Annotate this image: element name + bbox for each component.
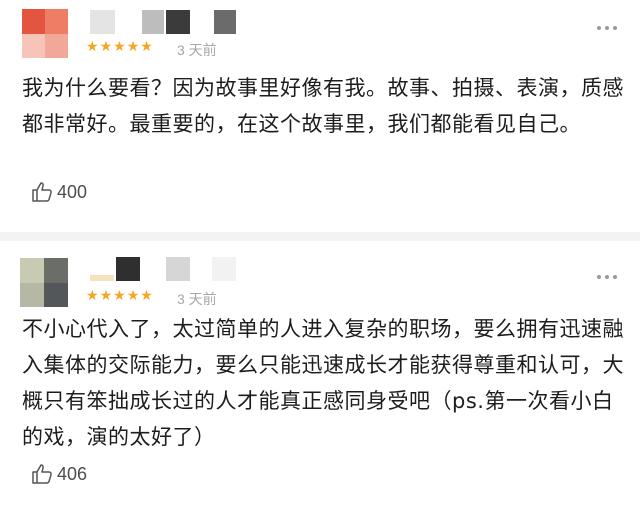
username[interactable] bbox=[90, 10, 240, 36]
star-icon: ★ bbox=[140, 39, 153, 55]
avatar[interactable] bbox=[22, 9, 68, 58]
star-icon: ★ bbox=[99, 288, 113, 304]
star-icon: ★ bbox=[86, 288, 99, 304]
more-dots-icon[interactable] bbox=[597, 275, 617, 279]
like-count: 406 bbox=[57, 463, 88, 484]
like-button[interactable]: 400 bbox=[30, 180, 87, 204]
username[interactable] bbox=[90, 255, 240, 285]
like-button[interactable]: 406 bbox=[30, 462, 87, 486]
review-text: 不小心代入了，太过简单的人进入复杂的职场，要么拥有迅速融入集体的交际能力，要么只… bbox=[22, 317, 624, 449]
rating-stars: ★ ★ ★ ★ ★ bbox=[86, 40, 153, 54]
review-time: 3 天前 bbox=[177, 291, 217, 307]
review-text: 我为什么要看？因为故事里好像有我。故事、拍摄、表演，质感都非常好。最重要的，在这… bbox=[22, 76, 624, 136]
more-dots-icon[interactable] bbox=[597, 26, 617, 30]
star-icon: ★ bbox=[113, 39, 126, 55]
section-divider bbox=[0, 232, 640, 241]
like-count: 400 bbox=[57, 181, 88, 202]
review-card: ★ ★ ★ ★ ★ 3 天前 我为什么要看？因为故事里好像有我。故事、拍摄、表演… bbox=[0, 0, 640, 232]
thumbs-up-icon bbox=[32, 182, 52, 202]
star-icon: ★ bbox=[126, 39, 140, 55]
thumbs-up-icon bbox=[32, 464, 52, 484]
avatar[interactable] bbox=[20, 258, 68, 307]
star-icon: ★ bbox=[86, 39, 99, 55]
star-icon: ★ bbox=[140, 288, 153, 304]
star-icon: ★ bbox=[99, 39, 113, 55]
star-icon: ★ bbox=[126, 288, 140, 304]
review-time: 3 天前 bbox=[177, 42, 217, 58]
review-card: ★ ★ ★ ★ ★ 3 天前 不小心代入了，太过简单的人进入复杂的职场，要么拥有… bbox=[0, 241, 640, 513]
rating-stars: ★ ★ ★ ★ ★ bbox=[86, 289, 153, 303]
star-icon: ★ bbox=[113, 288, 126, 304]
